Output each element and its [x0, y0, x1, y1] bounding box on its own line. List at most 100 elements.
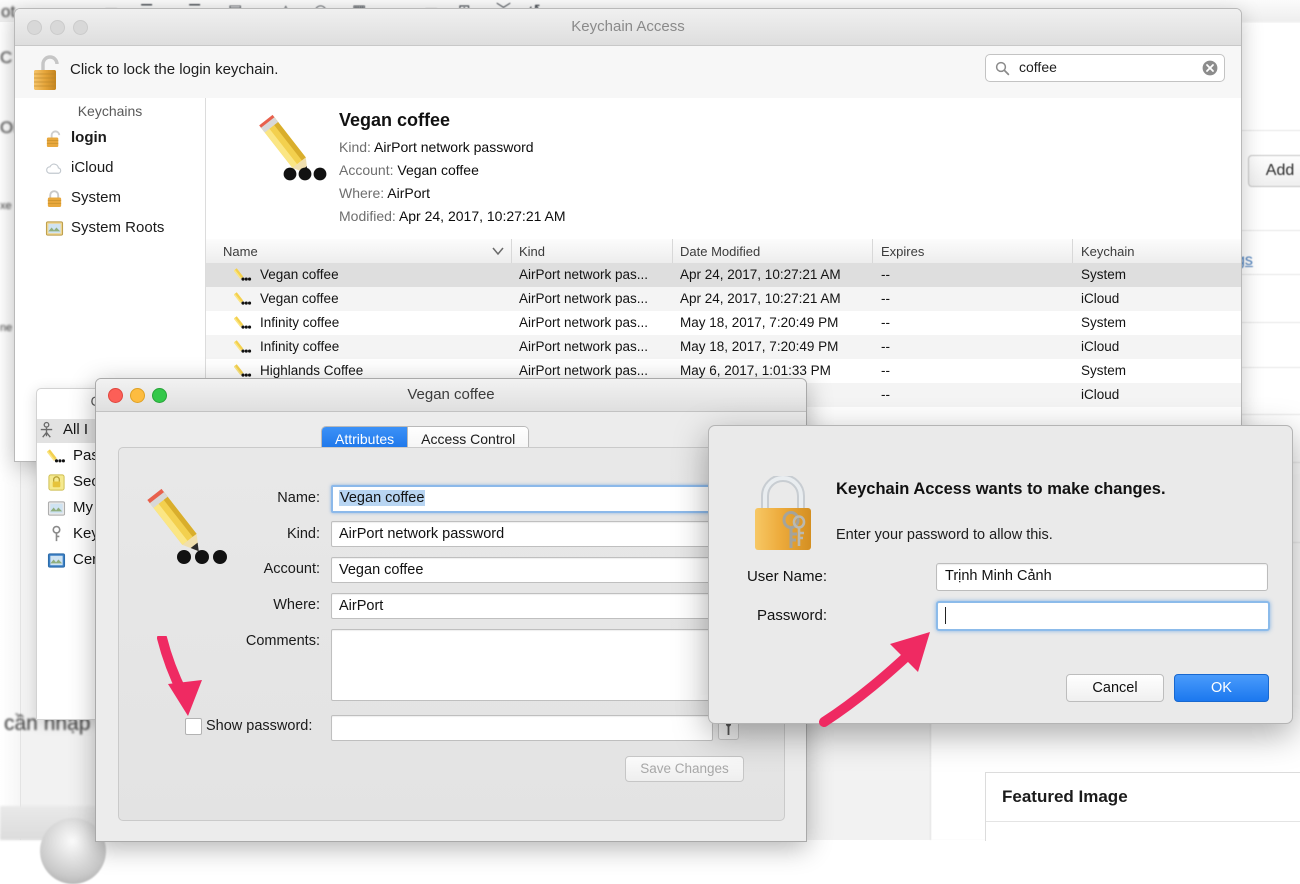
pencil-password-icon	[234, 339, 252, 355]
column-header-keychain[interactable]: Keychain	[1081, 244, 1134, 259]
table-row[interactable]: Infinity coffee AirPort network pas... M…	[206, 311, 1241, 335]
save-changes-button[interactable]: Save Changes	[625, 756, 744, 782]
window-title: Keychain Access	[15, 9, 1241, 45]
cell-keychain: iCloud	[1081, 387, 1119, 402]
ghost-text-1: C	[0, 48, 12, 68]
detail-field-where: Where: AirPort	[339, 185, 430, 201]
table-header-row: Name Kind Date Modified Expires Keychain	[206, 239, 1241, 264]
locked-lock-icon	[45, 189, 64, 208]
show-password-label: Show password:	[206, 718, 312, 734]
detail-field-value: Apr 24, 2017, 10:27:21 AM	[399, 208, 566, 224]
unlocked-lock-icon	[45, 129, 64, 148]
featured-image-panel: Featured Image	[985, 772, 1300, 841]
cell-keychain: System	[1081, 267, 1126, 282]
password-display-input[interactable]	[331, 715, 713, 741]
prompt-subtext: Enter your password to allow this.	[836, 527, 1053, 543]
cell-kind: AirPort network pas...	[519, 291, 648, 306]
pencil-password-icon	[234, 363, 252, 379]
where-input[interactable]: AirPort	[331, 593, 713, 619]
field-label-account: Account:	[200, 561, 320, 577]
table-row[interactable]: Infinity coffee AirPort network pas... M…	[206, 335, 1241, 359]
search-field[interactable]: coffee	[985, 54, 1225, 82]
sidebar-item-label: login	[71, 129, 107, 146]
user-name-input[interactable]: Trịnh Minh Cảnh	[936, 563, 1268, 591]
detail-field-modified: Modified: Apr 24, 2017, 10:27:21 AM	[339, 208, 566, 224]
detail-field-key: Kind:	[339, 139, 371, 155]
cell-date: May 18, 2017, 7:20:49 PM	[680, 339, 838, 354]
column-header-date-modified[interactable]: Date Modified	[680, 244, 760, 259]
kind-input-value: AirPort network password	[339, 526, 504, 542]
search-icon	[995, 61, 1010, 76]
cell-keychain: iCloud	[1081, 291, 1119, 306]
keychains-sidebar-header: Keychains	[15, 103, 205, 119]
table-row[interactable]: Vegan coffee AirPort network pas... Apr …	[206, 263, 1241, 287]
cell-date: Apr 24, 2017, 10:27:21 AM	[680, 291, 841, 306]
my-certificates-icon	[47, 499, 66, 518]
cell-name: Infinity coffee	[260, 339, 339, 354]
cell-kind: AirPort network pas...	[519, 267, 648, 282]
cell-expires: --	[881, 363, 890, 378]
cell-keychain: iCloud	[1081, 339, 1119, 354]
name-input[interactable]: Vegan coffee	[331, 485, 715, 513]
unlocked-keychain-icon[interactable]	[31, 54, 65, 92]
detail-field-account: Account: Vegan coffee	[339, 162, 479, 178]
clear-circle-icon[interactable]	[1202, 60, 1218, 76]
sidebar-item-label: iCloud	[71, 159, 114, 176]
sidebar-item-label: System	[71, 189, 121, 206]
cell-name: Highlands Coffee	[260, 363, 363, 378]
keychain-detail-pane: Vegan coffee Kind: AirPort network passw…	[206, 98, 1241, 240]
pencil-password-icon	[248, 112, 328, 194]
password-input[interactable]	[936, 601, 1270, 631]
detail-field-value: AirPort	[387, 185, 430, 201]
field-label-password: Password:	[710, 607, 827, 624]
add-button[interactable]: Add	[1248, 155, 1300, 187]
user-name-value: Trịnh Minh Cảnh	[945, 568, 1052, 584]
ok-button[interactable]: OK	[1174, 674, 1269, 702]
chevron-down-icon[interactable]	[492, 247, 504, 256]
cell-expires: --	[881, 339, 890, 354]
locked-padlock-keys-icon	[747, 476, 819, 552]
detail-field-kind: Kind: AirPort network password	[339, 139, 534, 155]
prompt-heading: Keychain Access wants to make changes.	[836, 480, 1166, 499]
pencil-password-icon	[47, 447, 66, 466]
field-label-name: Name:	[200, 490, 320, 506]
column-header-name[interactable]: Name	[223, 244, 258, 259]
cell-kind: AirPort network pas...	[519, 315, 648, 330]
lock-keychain-label[interactable]: Click to lock the login keychain.	[70, 61, 278, 78]
show-password-checkbox[interactable]	[185, 718, 202, 735]
column-header-kind[interactable]: Kind	[519, 244, 545, 259]
cell-name: Infinity coffee	[260, 315, 339, 330]
column-header-expires[interactable]: Expires	[881, 244, 924, 259]
account-input-value: Vegan coffee	[339, 562, 423, 578]
sidebar-item-label: System Roots	[71, 219, 164, 236]
cloud-icon	[45, 159, 64, 178]
field-label-comments: Comments:	[180, 633, 320, 649]
cell-expires: --	[881, 387, 890, 402]
cell-date: Apr 24, 2017, 10:27:21 AM	[680, 267, 841, 282]
all-items-icon	[37, 421, 56, 440]
account-input[interactable]: Vegan coffee	[331, 557, 713, 583]
field-label-kind: Kind:	[200, 526, 320, 542]
search-input-value[interactable]: coffee	[1019, 59, 1057, 75]
table-row[interactable]: Vegan coffee AirPort network pas... Apr …	[206, 287, 1241, 311]
cell-kind: AirPort network pas...	[519, 363, 648, 378]
where-input-value: AirPort	[339, 598, 383, 614]
ghost-text-4: ne	[0, 322, 12, 334]
ghost-text-3: xe	[0, 200, 12, 212]
featured-image-title: Featured Image	[1002, 787, 1128, 807]
kind-input[interactable]: AirPort network password	[331, 521, 713, 547]
field-label-user-name: User Name:	[710, 568, 827, 585]
detail-field-key: Modified:	[339, 208, 396, 224]
dialog-title: Vegan coffee	[96, 379, 806, 411]
key-icon	[47, 525, 66, 544]
detail-field-value: AirPort network password	[374, 139, 534, 155]
cell-name: Vegan coffee	[260, 291, 339, 306]
cell-expires: --	[881, 291, 890, 306]
comments-textarea[interactable]	[331, 629, 713, 701]
pencil-password-icon	[234, 291, 252, 307]
name-input-value: Vegan coffee	[339, 490, 425, 506]
cell-keychain: System	[1081, 315, 1126, 330]
detail-field-value: Vegan coffee	[397, 162, 478, 178]
detail-field-key: Account:	[339, 162, 393, 178]
cancel-button[interactable]: Cancel	[1066, 674, 1164, 702]
